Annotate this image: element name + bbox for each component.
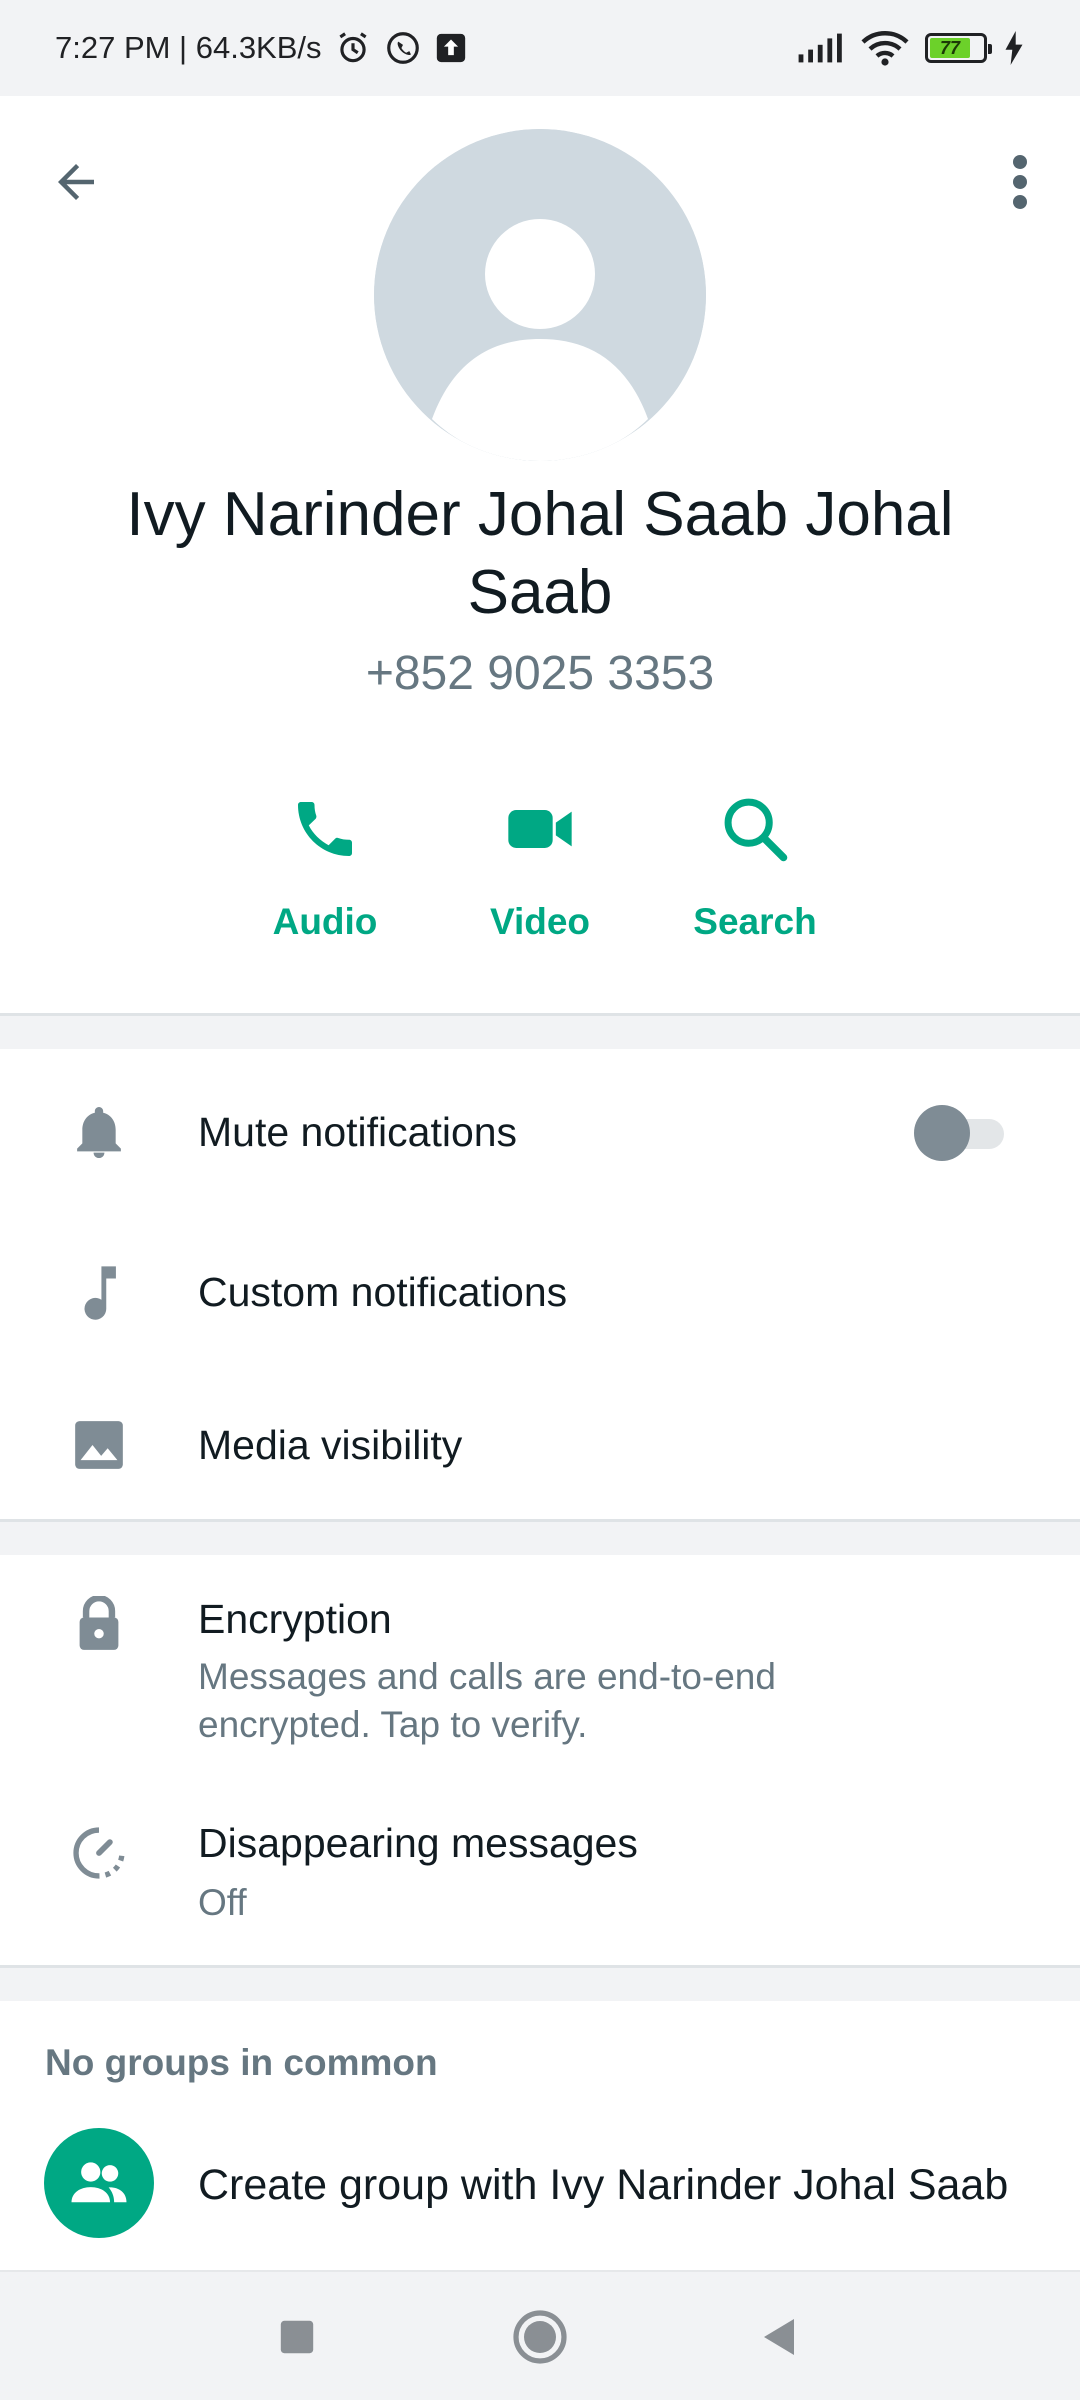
status-bar: 7:27 PM | 64.3KB/s 77 bbox=[0, 0, 1080, 96]
signal-icon bbox=[797, 32, 845, 64]
alarm-icon bbox=[334, 29, 372, 67]
contact-avatar[interactable] bbox=[374, 129, 706, 461]
mute-notifications-label: Mute notifications bbox=[198, 1109, 518, 1155]
encryption-description-line2: encrypted. Tap to verify. bbox=[198, 1704, 588, 1745]
toggle-knob bbox=[914, 1104, 970, 1161]
music-note-icon bbox=[70, 1264, 128, 1322]
search-label: Search bbox=[693, 901, 817, 942]
whatsapp-icon bbox=[384, 29, 422, 67]
mute-notifications-row[interactable]: Mute notifications bbox=[0, 1050, 1080, 1215]
disappearing-messages-label: Disappearing messages bbox=[198, 1820, 638, 1866]
bell-icon bbox=[70, 1105, 128, 1161]
circle-icon bbox=[513, 2310, 567, 2364]
create-group-row[interactable]: Create group with Ivy Narinder Johal Saa… bbox=[0, 2120, 1080, 2250]
custom-notifications-label: Custom notifications bbox=[198, 1269, 568, 1315]
phone-icon bbox=[289, 776, 361, 881]
charging-icon bbox=[1003, 31, 1025, 65]
upload-icon bbox=[434, 31, 468, 65]
contact-header: Ivy Narinder Johal Saab Johal Saab +852 … bbox=[0, 96, 1080, 1016]
square-icon bbox=[280, 2320, 314, 2354]
recents-button[interactable] bbox=[262, 2302, 332, 2372]
contact-name: Ivy Narinder Johal Saab Johal Saab bbox=[126, 480, 954, 627]
encryption-description-line1: Messages and calls are end-to-end bbox=[198, 1656, 776, 1697]
image-icon bbox=[70, 1419, 128, 1471]
wifi-icon bbox=[861, 30, 909, 66]
section-divider bbox=[0, 1965, 1080, 2001]
video-label: Video bbox=[489, 901, 591, 942]
lock-icon bbox=[70, 1596, 128, 1652]
status-right: 77 bbox=[797, 30, 1025, 66]
section-divider bbox=[0, 1519, 1080, 1555]
arrow-back-icon bbox=[58, 164, 94, 200]
back-nav-button[interactable] bbox=[745, 2302, 815, 2372]
groups-section-title: No groups in common bbox=[45, 2042, 438, 2083]
back-button[interactable] bbox=[40, 146, 112, 218]
create-group-label: Create group with Ivy Narinder Johal Saa… bbox=[198, 2160, 1009, 2209]
group-icon bbox=[71, 2162, 127, 2203]
default-avatar-icon bbox=[374, 129, 706, 461]
search-button[interactable]: Search bbox=[665, 776, 845, 966]
status-time-speed: 7:27 PM | 64.3KB/s bbox=[55, 30, 322, 65]
audio-label: Audio bbox=[272, 901, 378, 942]
more-vert-icon bbox=[1013, 155, 1027, 209]
status-left: 7:27 PM | 64.3KB/s bbox=[55, 29, 468, 67]
triangle-back-icon bbox=[764, 2319, 794, 2355]
video-call-button[interactable]: Video bbox=[450, 776, 630, 966]
media-visibility-label: Media visibility bbox=[198, 1421, 463, 1468]
system-nav-bar bbox=[0, 2270, 1080, 2400]
encryption-label: Encryption bbox=[198, 1596, 392, 1642]
home-button[interactable] bbox=[505, 2302, 575, 2372]
videocam-icon bbox=[502, 776, 578, 881]
group-avatar bbox=[44, 2128, 154, 2238]
disappearing-timer-icon bbox=[70, 1824, 128, 1882]
disappearing-messages-value: Off bbox=[198, 1882, 247, 1923]
contact-phone: +852 9025 3353 bbox=[365, 647, 715, 700]
battery-level: 77 bbox=[930, 38, 971, 58]
battery-icon: 77 bbox=[925, 33, 992, 63]
encryption-row[interactable]: Encryption Messages and calls are end-to… bbox=[0, 1556, 1080, 1786]
media-visibility-row[interactable]: Media visibility bbox=[0, 1370, 1080, 1520]
mute-toggle[interactable] bbox=[914, 1104, 1004, 1161]
search-icon bbox=[717, 776, 793, 881]
section-divider bbox=[0, 1013, 1080, 1049]
contact-actions: Audio Video Search bbox=[0, 776, 1080, 966]
custom-notifications-row[interactable]: Custom notifications bbox=[0, 1215, 1080, 1370]
more-options-button[interactable] bbox=[990, 146, 1050, 218]
audio-call-button[interactable]: Audio bbox=[235, 776, 415, 966]
disappearing-messages-row[interactable]: Disappearing messages Off bbox=[0, 1786, 1080, 1966]
